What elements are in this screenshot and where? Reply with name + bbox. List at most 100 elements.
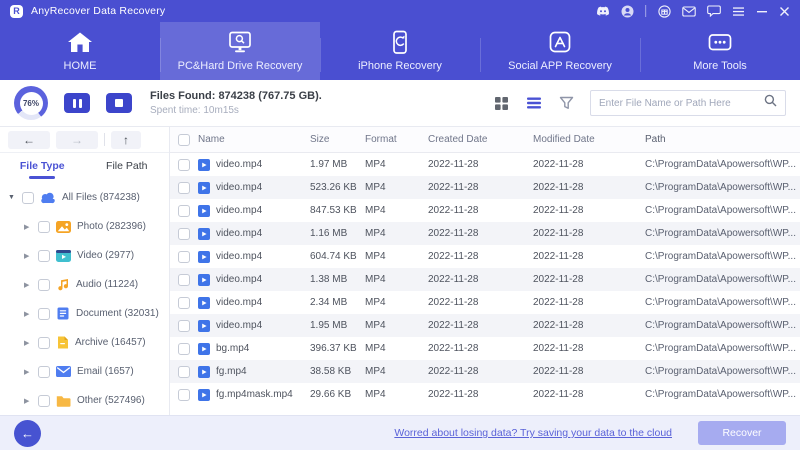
- checkbox[interactable]: [38, 336, 50, 349]
- tab-file-path[interactable]: File Path: [85, 153, 170, 179]
- tree-item-video[interactable]: ▶ Video (2977): [0, 241, 169, 270]
- table-row[interactable]: video.mp4 2.34 MB MP4 2022-11-28 2022-11-28 C…: [170, 291, 800, 314]
- table-row[interactable]: fg.mp4mask.mp4 29.66 KB MP4 2022-11-28 2022-…: [170, 383, 800, 406]
- tree-item-document[interactable]: ▶ Document (32031): [0, 299, 169, 328]
- caret-right-icon[interactable]: ▶: [24, 310, 32, 318]
- caret-right-icon[interactable]: ▶: [24, 223, 32, 231]
- row-checkbox[interactable]: [178, 204, 190, 217]
- list-view-icon[interactable]: [526, 96, 542, 110]
- file-modified-date: 2022-11-28: [533, 205, 584, 216]
- sidebar: ← → ↑ File Type File Path ▼ All Files (87…: [0, 127, 170, 415]
- table-row[interactable]: video.mp4 604.74 KB MP4 2022-11-28 2022-11-2…: [170, 245, 800, 268]
- video-file-icon: [198, 158, 210, 171]
- search-icon[interactable]: [764, 94, 777, 112]
- stop-button[interactable]: [106, 93, 132, 113]
- row-checkbox[interactable]: [178, 342, 190, 355]
- table-row[interactable]: video.mp4 1.16 MB MP4 2022-11-28 2022-11-28 C…: [170, 222, 800, 245]
- table-row[interactable]: bg.mp4 396.37 KB MP4 2022-11-28 2022-11-28 C:…: [170, 337, 800, 360]
- footer-back-button[interactable]: ←: [14, 419, 41, 447]
- tree-item-audio[interactable]: ▶ Audio (11224): [0, 270, 169, 299]
- tab-file-type[interactable]: File Type: [0, 153, 85, 179]
- filter-icon[interactable]: [559, 96, 574, 110]
- tree-item-photo[interactable]: ▶ Photo (282396): [0, 212, 169, 241]
- file-format: MP4: [365, 320, 386, 331]
- checkbox[interactable]: [38, 307, 50, 320]
- caret-right-icon[interactable]: ▶: [24, 339, 32, 347]
- tree-item-label: Email (1657): [77, 366, 134, 377]
- file-created-date: 2022-11-28: [428, 274, 479, 285]
- caret-right-icon[interactable]: ▶: [24, 281, 32, 289]
- file-size: 1.95 MB: [310, 320, 348, 331]
- file-path: C:\ProgramData\Apowersoft\WP...: [645, 159, 796, 170]
- tree-item-all-files[interactable]: ▼ All Files (874238): [0, 183, 169, 212]
- checkbox[interactable]: [38, 249, 50, 262]
- nav-tab-iphone-recovery[interactable]: iPhone Recovery: [320, 22, 480, 80]
- file-modified-date: 2022-11-28: [533, 182, 584, 193]
- row-checkbox[interactable]: [178, 388, 190, 401]
- table-row[interactable]: video.mp4 1.38 MB MP4 2022-11-28 2022-11-28 C…: [170, 268, 800, 291]
- file-format: MP4: [365, 343, 386, 354]
- caret-down-icon[interactable]: ▼: [8, 194, 16, 201]
- file-name: video.mp4: [216, 274, 263, 285]
- gift-icon[interactable]: [658, 4, 671, 18]
- pause-button[interactable]: [64, 93, 90, 113]
- checkbox[interactable]: [38, 365, 50, 378]
- nav-tab-label: PC&Hard Drive Recovery: [177, 60, 303, 72]
- close-icon[interactable]: [779, 6, 790, 17]
- caret-right-icon[interactable]: ▶: [24, 252, 32, 260]
- row-checkbox[interactable]: [178, 227, 190, 240]
- header-size: Size: [310, 134, 330, 145]
- row-checkbox[interactable]: [178, 250, 190, 263]
- footer-bar: ← Worred about losing data? Try saving y…: [0, 415, 800, 450]
- minimize-icon[interactable]: [756, 6, 768, 17]
- table-row[interactable]: video.mp4 523.26 KB MP4 2022-11-28 2022-11-2…: [170, 176, 800, 199]
- mail-icon[interactable]: [682, 5, 696, 17]
- sidebar-tabs: File Type File Path: [0, 153, 169, 179]
- tree-item-archive[interactable]: ▶ Archive (16457): [0, 328, 169, 357]
- back-arrow-button[interactable]: ←: [8, 130, 50, 149]
- up-arrow-button[interactable]: ↑: [111, 130, 141, 149]
- row-checkbox[interactable]: [178, 158, 190, 171]
- row-checkbox[interactable]: [178, 365, 190, 378]
- nav-tab-pc-hard-drive-recovery[interactable]: PC&Hard Drive Recovery: [160, 22, 320, 80]
- caret-right-icon[interactable]: ▶: [24, 397, 32, 405]
- row-checkbox[interactable]: [178, 181, 190, 194]
- row-checkbox[interactable]: [178, 273, 190, 286]
- forward-arrow-button[interactable]: →: [56, 130, 98, 149]
- cloud-save-link[interactable]: Worred about losing data? Try saving you…: [394, 427, 672, 439]
- nav-tab-more-tools[interactable]: More Tools: [640, 22, 800, 80]
- nav-tab-social-app-recovery[interactable]: Social APP Recovery: [480, 22, 640, 80]
- table-row[interactable]: video.mp4 1.95 MB MP4 2022-11-28 2022-11-28 C…: [170, 314, 800, 337]
- checkbox[interactable]: [38, 278, 50, 291]
- checkbox[interactable]: [38, 394, 50, 407]
- table-row[interactable]: video.mp4 1.97 MB MP4 2022-11-28 2022-11-28 C…: [170, 153, 800, 176]
- chat-icon[interactable]: [707, 5, 721, 17]
- row-checkbox[interactable]: [178, 319, 190, 332]
- checkbox[interactable]: [38, 220, 50, 233]
- search-input[interactable]: [599, 97, 764, 109]
- account-icon[interactable]: [621, 5, 634, 18]
- file-modified-date: 2022-11-28: [533, 366, 584, 377]
- grid-view-icon[interactable]: [494, 96, 509, 111]
- select-all-checkbox[interactable]: [178, 133, 190, 146]
- all-files-icon: [40, 192, 56, 204]
- tree-item-other[interactable]: ▶ Other (527496): [0, 386, 169, 415]
- nav-tab-home[interactable]: HOME: [0, 22, 160, 80]
- recover-button[interactable]: Recover: [698, 421, 786, 445]
- table-row[interactable]: fg.mp4 38.58 KB MP4 2022-11-28 2022-11-28 C:\…: [170, 360, 800, 383]
- discord-icon[interactable]: [596, 6, 610, 17]
- row-checkbox[interactable]: [178, 296, 190, 309]
- checkbox[interactable]: [22, 191, 34, 204]
- search-box: [590, 90, 786, 116]
- file-created-date: 2022-11-28: [428, 343, 479, 354]
- tree-item-label: All Files (874238): [62, 192, 140, 203]
- caret-right-icon[interactable]: ▶: [24, 368, 32, 376]
- pc-recovery-icon: [225, 30, 255, 55]
- table-row[interactable]: video.mp4 847.53 KB MP4 2022-11-28 2022-11-2…: [170, 199, 800, 222]
- file-modified-date: 2022-11-28: [533, 389, 584, 400]
- tree-item-email[interactable]: ▶ Email (1657): [0, 357, 169, 386]
- nav-tab-label: More Tools: [693, 60, 747, 72]
- more-tools-icon: [705, 30, 735, 55]
- menu-icon[interactable]: [732, 6, 745, 17]
- file-name: video.mp4: [216, 297, 263, 308]
